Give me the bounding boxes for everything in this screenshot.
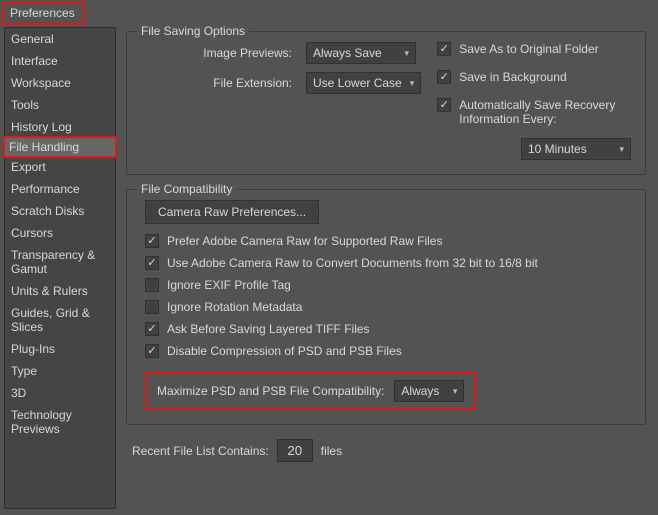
prefer-acr-checkbox[interactable]: [145, 234, 159, 248]
recent-file-list-row: Recent File List Contains: files: [126, 439, 646, 462]
sidebar-item-label: Export: [11, 160, 46, 174]
chevron-down-icon: ▾: [619, 144, 624, 155]
save-in-background-checkbox[interactable]: [437, 70, 451, 84]
maximize-compat-select[interactable]: Always ▾: [394, 380, 464, 402]
sidebar-item-label: Units & Rulers: [11, 284, 88, 298]
preferences-content: File Saving Options Image Previews: Alwa…: [116, 27, 654, 509]
save-as-original-folder-checkbox[interactable]: [437, 42, 451, 56]
sidebar-item-label: Plug-Ins: [11, 342, 55, 356]
sidebar-item-guides-grid-slices[interactable]: Guides, Grid & Slices: [5, 302, 115, 338]
sidebar-item-3d[interactable]: 3D: [5, 382, 115, 404]
select-value: 10 Minutes: [528, 142, 587, 156]
sidebar-item-label: 3D: [11, 386, 26, 400]
file-saving-options-group: File Saving Options Image Previews: Alwa…: [126, 31, 646, 175]
sidebar-item-cursors[interactable]: Cursors: [5, 222, 115, 244]
disable-compression-checkbox[interactable]: [145, 344, 159, 358]
window-title: Preferences: [2, 2, 85, 25]
sidebar-item-label: General: [11, 32, 54, 46]
sidebar-item-label: History Log: [11, 120, 72, 134]
sidebar-item-label: Tools: [11, 98, 39, 112]
sidebar-item-units-rulers[interactable]: Units & Rulers: [5, 280, 115, 302]
recent-file-list-suffix: files: [321, 444, 342, 458]
select-value: Use Lower Case: [313, 76, 402, 90]
file-extension-label: File Extension:: [141, 76, 296, 90]
checkbox-label: Save As to Original Folder: [459, 42, 598, 56]
select-value: Always: [401, 384, 439, 398]
image-previews-label: Image Previews:: [141, 46, 296, 60]
auto-save-recovery-checkbox[interactable]: [437, 98, 451, 112]
sidebar-item-label: File Handling: [9, 140, 79, 154]
sidebar-item-label: Technology Previews: [11, 408, 72, 436]
sidebar-item-label: Performance: [11, 182, 80, 196]
sidebar-item-transparency-gamut[interactable]: Transparency & Gamut: [5, 244, 115, 280]
sidebar-item-file-handling[interactable]: File Handling: [3, 136, 117, 158]
checkbox-label: Use Adobe Camera Raw to Convert Document…: [167, 256, 538, 270]
group-title: File Saving Options: [137, 24, 249, 38]
group-title: File Compatibility: [137, 182, 236, 196]
sidebar-item-technology-previews[interactable]: Technology Previews: [5, 404, 115, 440]
sidebar-item-label: Scratch Disks: [11, 204, 84, 218]
checkbox-label: Ignore Rotation Metadata: [167, 300, 302, 314]
maximize-compat-row: Maximize PSD and PSB File Compatibility:…: [145, 372, 476, 410]
recent-file-list-label: Recent File List Contains:: [132, 444, 269, 458]
sidebar-item-label: Workspace: [11, 76, 71, 90]
sidebar-item-label: Type: [11, 364, 37, 378]
preferences-sidebar: General Interface Workspace Tools Histor…: [4, 27, 116, 509]
chevron-down-icon: ▾: [404, 48, 409, 59]
file-extension-select[interactable]: Use Lower Case ▾: [306, 72, 421, 94]
checkbox-label: Disable Compression of PSD and PSB Files: [167, 344, 402, 358]
checkbox-label: Ignore EXIF Profile Tag: [167, 278, 291, 292]
sidebar-item-label: Guides, Grid & Slices: [11, 306, 90, 334]
file-compatibility-group: File Compatibility Camera Raw Preference…: [126, 189, 646, 425]
sidebar-item-label: Transparency & Gamut: [11, 248, 95, 276]
sidebar-item-scratch-disks[interactable]: Scratch Disks: [5, 200, 115, 222]
chevron-down-icon: ▾: [410, 78, 415, 89]
ignore-exif-checkbox[interactable]: [145, 278, 159, 292]
sidebar-item-workspace[interactable]: Workspace: [5, 72, 115, 94]
camera-raw-preferences-button[interactable]: Camera Raw Preferences...: [145, 200, 319, 224]
sidebar-item-label: Cursors: [11, 226, 53, 240]
checkbox-label: Automatically Save Recovery Information …: [459, 98, 631, 126]
sidebar-item-plug-ins[interactable]: Plug-Ins: [5, 338, 115, 360]
checkbox-label: Save in Background: [459, 70, 566, 84]
ignore-rotation-checkbox[interactable]: [145, 300, 159, 314]
sidebar-item-performance[interactable]: Performance: [5, 178, 115, 200]
sidebar-item-tools[interactable]: Tools: [5, 94, 115, 116]
ask-tiff-checkbox[interactable]: [145, 322, 159, 336]
recent-file-list-input[interactable]: [277, 439, 313, 462]
sidebar-item-interface[interactable]: Interface: [5, 50, 115, 72]
sidebar-item-general[interactable]: General: [5, 28, 115, 50]
chevron-down-icon: ▾: [453, 386, 458, 397]
sidebar-item-type[interactable]: Type: [5, 360, 115, 382]
checkbox-label: Prefer Adobe Camera Raw for Supported Ra…: [167, 234, 442, 248]
sidebar-item-history-log[interactable]: History Log: [5, 116, 115, 138]
sidebar-item-label: Interface: [11, 54, 58, 68]
use-acr-convert-checkbox[interactable]: [145, 256, 159, 270]
checkbox-label: Ask Before Saving Layered TIFF Files: [167, 322, 370, 336]
maximize-compat-label: Maximize PSD and PSB File Compatibility:: [157, 384, 384, 398]
image-previews-select[interactable]: Always Save ▾: [306, 42, 416, 64]
select-value: Always Save: [313, 46, 382, 60]
auto-save-interval-select[interactable]: 10 Minutes ▾: [521, 138, 631, 160]
sidebar-item-export[interactable]: Export: [5, 156, 115, 178]
